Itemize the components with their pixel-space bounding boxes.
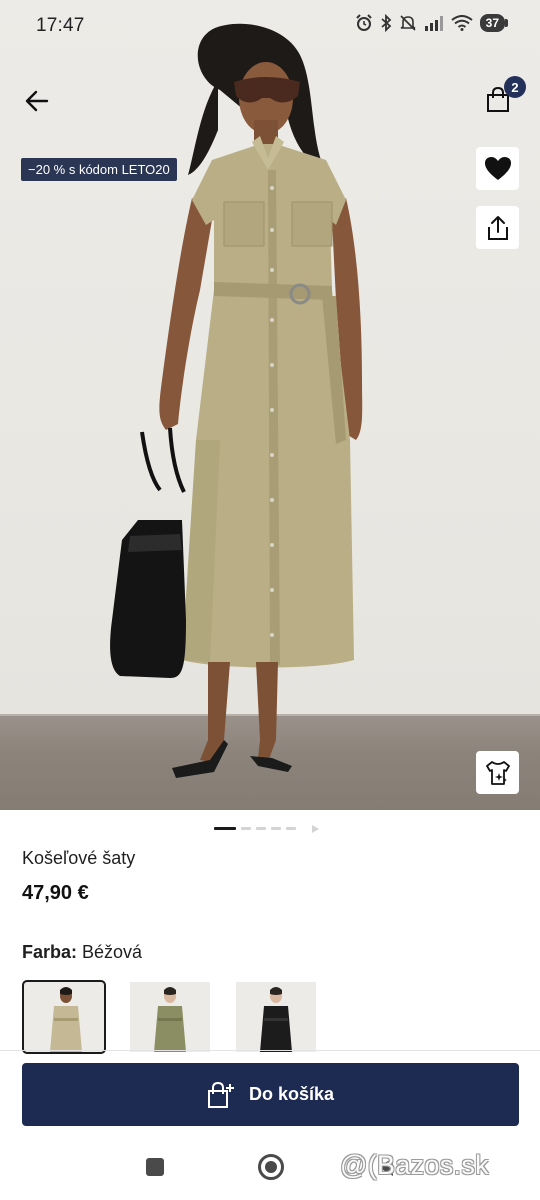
- wifi-icon: [451, 15, 473, 31]
- swatch-image-black: [236, 982, 316, 1052]
- share-icon: [487, 215, 508, 240]
- swatch-image-olive: [130, 982, 210, 1052]
- pager-dot: [271, 827, 281, 830]
- promo-badge: −20 % s kódom LETO20: [21, 158, 177, 181]
- pager-more-icon: [312, 825, 319, 833]
- favorite-button[interactable]: [476, 147, 519, 190]
- share-button[interactable]: [476, 206, 519, 249]
- virtual-tryon-icon: [485, 760, 510, 785]
- mute-icon: [399, 14, 417, 32]
- product-name: Košeľové šaty: [22, 848, 136, 868]
- arrow-left-icon: [25, 90, 49, 112]
- watermark: @(Bazos.sk: [340, 1150, 489, 1180]
- cart-count-badge: 2: [504, 76, 526, 98]
- home-button[interactable]: [258, 1154, 284, 1180]
- product-photo-model: [110, 23, 363, 778]
- add-to-cart-label: Do košíka: [248, 1084, 335, 1104]
- system-nav-bar: @(Bazos.sk: [0, 1140, 540, 1200]
- add-to-bag-icon: [207, 1081, 234, 1108]
- divider: [0, 1050, 540, 1051]
- image-pager: [0, 824, 540, 834]
- signal-icon: [424, 15, 444, 31]
- alarm-icon: [355, 14, 373, 32]
- product-price: 47,90 €: [22, 882, 89, 904]
- color-swatch-black[interactable]: [236, 982, 316, 1052]
- battery-level: 37: [479, 14, 505, 32]
- pager-dot: [256, 827, 266, 830]
- status-time: 17:47: [36, 15, 85, 36]
- swatch-image-beige: [24, 982, 104, 1052]
- add-to-cart-button[interactable]: Do košíka: [22, 1063, 519, 1126]
- color-swatch-beige[interactable]: [22, 980, 106, 1054]
- heart-icon: [484, 156, 511, 180]
- recent-apps-button[interactable]: [146, 1158, 164, 1176]
- virtual-tryon-button[interactable]: [476, 751, 519, 794]
- pager-dot-active: [214, 827, 236, 830]
- color-label: Farba:: [22, 942, 78, 962]
- status-bar: 17:47 37: [0, 0, 540, 52]
- color-value: Béžová: [82, 942, 143, 962]
- battery-icon: 37: [479, 14, 508, 32]
- pager-dot: [241, 827, 251, 830]
- status-icons: 37: [355, 14, 508, 32]
- color-selector-label: Farba: Béžová: [22, 942, 142, 963]
- pager-dot: [286, 827, 296, 830]
- color-swatch-olive[interactable]: [130, 982, 210, 1052]
- back-button[interactable]: [18, 82, 56, 120]
- bluetooth-icon: [380, 14, 392, 32]
- product-image-gallery[interactable]: 17:47 37 2 −20 % s kódom LETO20: [0, 0, 540, 810]
